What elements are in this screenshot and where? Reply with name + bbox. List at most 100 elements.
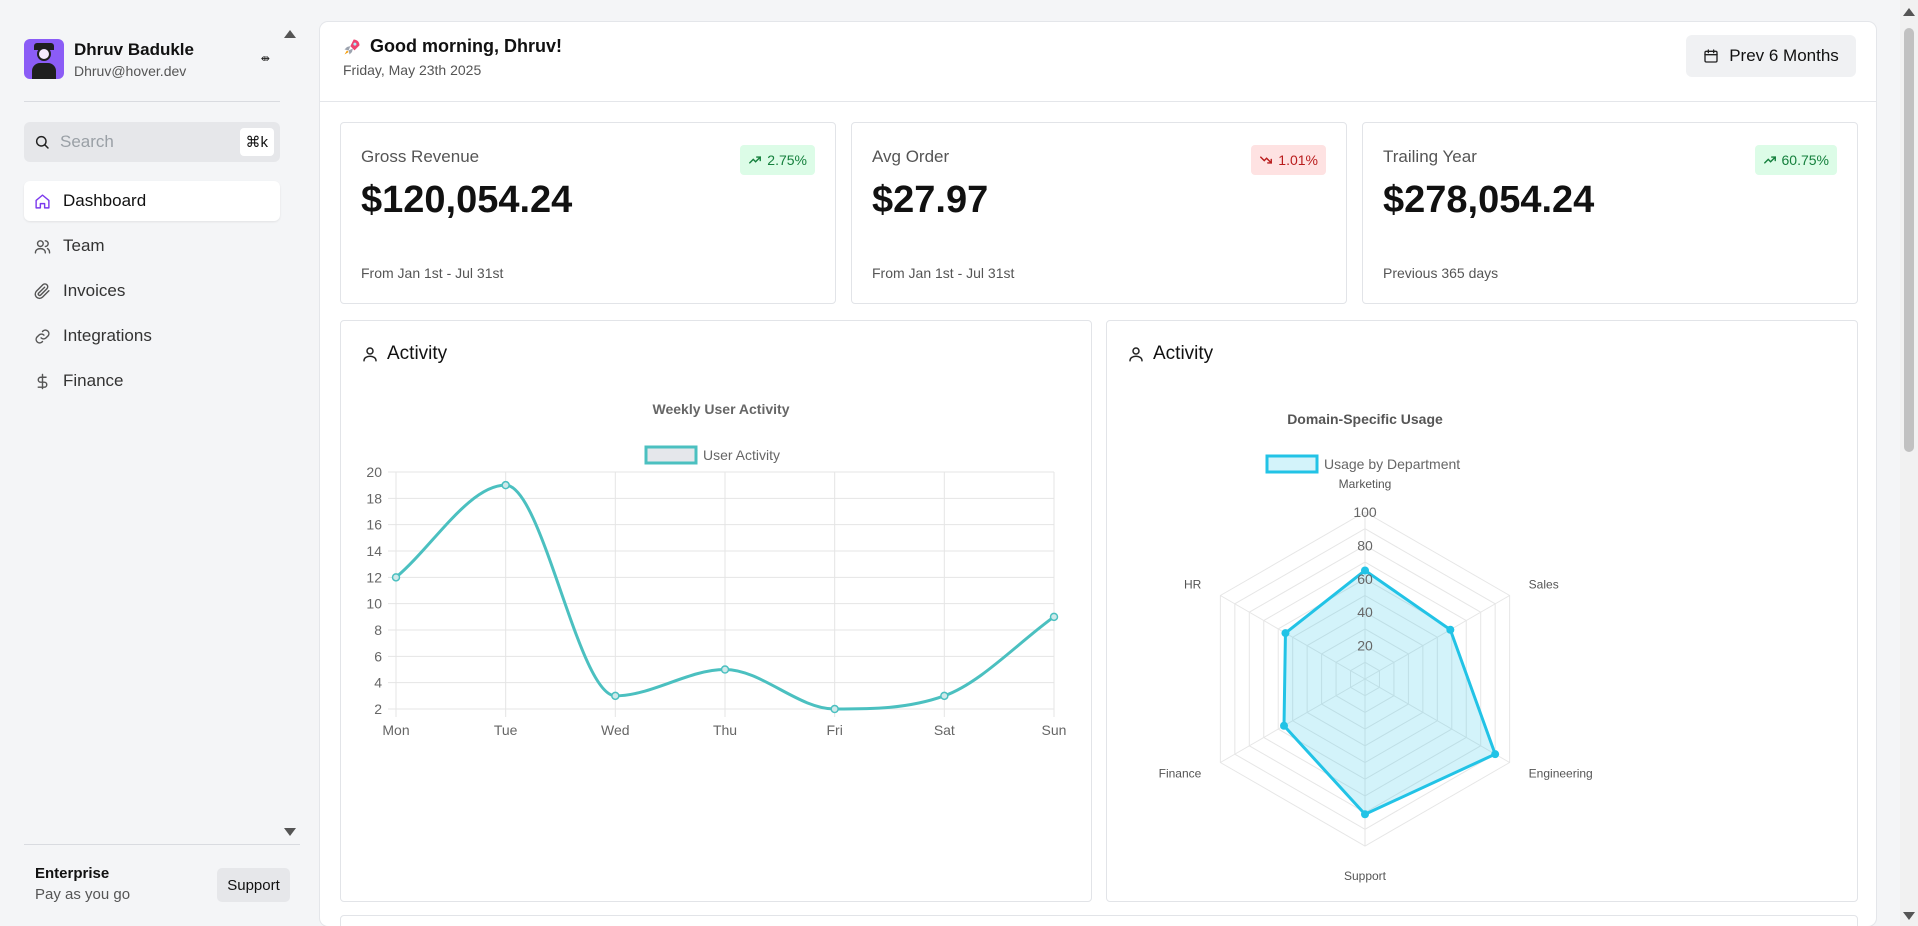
legend-label: User Activity (703, 447, 780, 463)
data-point (940, 691, 949, 701)
legend-swatch (1265, 454, 1319, 474)
y-tick-label: 20 (366, 464, 382, 480)
y-tick-label: 16 (366, 517, 382, 533)
axis-label: Engineering (1529, 767, 1593, 781)
sidebar-item-dashboard[interactable]: Dashboard (24, 181, 280, 221)
scroll-up-arrow-icon[interactable] (284, 30, 296, 38)
trend-badge: 60.75% (1754, 145, 1837, 175)
support-button[interactable]: Support (217, 868, 290, 902)
stat-label: Avg Order (872, 147, 950, 166)
search-icon (35, 135, 49, 149)
scrollbar-thumb[interactable] (1904, 28, 1914, 452)
period-selector-button[interactable]: Prev 6 Months (1686, 35, 1856, 77)
data-point (1446, 625, 1455, 634)
sidebar: Dhruv Badukle Dhruv@hover.dev ⇼ ⌘k Dashb… (0, 0, 300, 926)
trend-badge: 2.75% (740, 145, 815, 175)
scroll-down-arrow-icon[interactable] (284, 828, 296, 836)
stat-period: From Jan 1st - Jul 31st (872, 265, 1015, 281)
dollar-icon (37, 373, 48, 389)
trending-down-icon (1260, 156, 1273, 164)
chart-title: Domain-Specific Usage (1287, 411, 1443, 427)
data-point (501, 480, 510, 490)
sidebar-item-label: Dashboard (63, 191, 147, 210)
trend-badge: 1.01% (1251, 145, 1326, 175)
user-name: Dhruv Badukle (74, 39, 194, 59)
search-box[interactable]: ⌘k (24, 122, 280, 162)
y-tick-label: 2 (374, 701, 382, 717)
data-point (830, 704, 839, 714)
x-tick-label: Sat (934, 722, 955, 738)
r-tick-label: 20 (1357, 638, 1373, 654)
axis-label: Support (1344, 869, 1387, 883)
axis-label: Finance (1159, 767, 1202, 781)
next-card-edge (340, 915, 1858, 926)
sidebar-scrollbar[interactable] (280, 22, 298, 840)
divider (24, 844, 300, 845)
domain-usage-radar-chart: Domain-Specific Usage Usage by Department… (1159, 411, 1593, 883)
x-tick-label: Tue (494, 722, 518, 738)
plan-subtitle: Pay as you go (35, 886, 131, 903)
sidebar-item-label: Finance (63, 371, 124, 390)
stat-label: Gross Revenue (361, 147, 480, 166)
sidebar-item-label: Invoices (63, 281, 126, 300)
data-point (1491, 750, 1500, 759)
r-tick-label: 80 (1357, 537, 1373, 553)
avatar (24, 39, 64, 79)
scroll-down-arrow-icon[interactable] (1903, 912, 1915, 920)
stat-label: Trailing Year (1383, 147, 1477, 166)
page-scrollbar[interactable] (1900, 0, 1918, 926)
r-tick-label: 40 (1357, 604, 1373, 620)
r-tick-label: 100 (1353, 504, 1377, 520)
axis-label: Sales (1529, 578, 1559, 592)
axis-label: HR (1184, 578, 1202, 592)
period-label: Prev 6 Months (1729, 46, 1839, 65)
scroll-up-arrow-icon[interactable] (1903, 8, 1915, 16)
trending-up-icon (749, 156, 762, 164)
axis-label: Marketing (1339, 477, 1392, 491)
stat-card-avg-order: Avg Order 1.01% $27.97 From Jan 1st - Ju… (851, 122, 1347, 304)
activity-line-card: Activity Weekly User Activity User Activi… (340, 320, 1092, 902)
activity-radar-card: Activity Domain-Specific Usage Usage by D… (1106, 320, 1858, 902)
sidebar-item-finance[interactable]: Finance (24, 361, 280, 401)
r-tick-label: 60 (1357, 571, 1373, 587)
data-point (391, 573, 401, 582)
sidebar-item-integrations[interactable]: Integrations (24, 316, 280, 356)
stat-value: $27.97 (872, 179, 989, 221)
home-icon (35, 193, 50, 209)
data-point (1281, 629, 1290, 638)
y-tick-label: 10 (366, 596, 382, 612)
rocket-icon (344, 39, 360, 54)
chevron-updown-icon[interactable]: ⇼ (261, 52, 270, 65)
search-input[interactable] (60, 132, 220, 152)
x-tick-label: Wed (601, 722, 630, 738)
stat-value: $278,054.24 (1383, 179, 1595, 221)
sidebar-item-invoices[interactable]: Invoices (24, 271, 280, 311)
link-icon (35, 328, 50, 344)
paperclip-icon (34, 282, 50, 299)
y-tick-label: 6 (374, 648, 382, 664)
main-panel: Good morning, Dhruv! Friday, May 23th 20… (320, 22, 1876, 926)
x-tick-label: Mon (382, 722, 409, 738)
x-tick-label: Sun (1042, 722, 1067, 738)
trending-up-icon (1763, 156, 1776, 164)
plan-name: Enterprise (35, 865, 110, 882)
profile-switcher[interactable]: Dhruv Badukle Dhruv@hover.dev ⇼ (24, 34, 280, 84)
sidebar-item-team[interactable]: Team (24, 226, 280, 266)
data-point (611, 691, 620, 701)
chart-title: Weekly User Activity (653, 401, 790, 417)
greeting: Good morning, Dhruv! (342, 36, 562, 57)
trend-value: 2.75% (767, 152, 807, 168)
user-email: Dhruv@hover.dev (74, 62, 187, 79)
y-tick-label: 14 (366, 543, 382, 559)
calendar-icon (1704, 49, 1718, 63)
data-point (1280, 721, 1289, 730)
legend-swatch (644, 445, 698, 465)
users-icon (34, 239, 51, 254)
top-bar: Good morning, Dhruv! Friday, May 23th 20… (320, 22, 1876, 102)
stat-value: $120,054.24 (361, 179, 573, 221)
trend-value: 60.75% (1781, 152, 1829, 168)
sidebar-nav: Dashboard Team Invoices Integrations Fin… (24, 181, 280, 406)
divider (24, 101, 280, 102)
data-point (720, 665, 730, 674)
y-tick-label: 18 (366, 490, 382, 506)
